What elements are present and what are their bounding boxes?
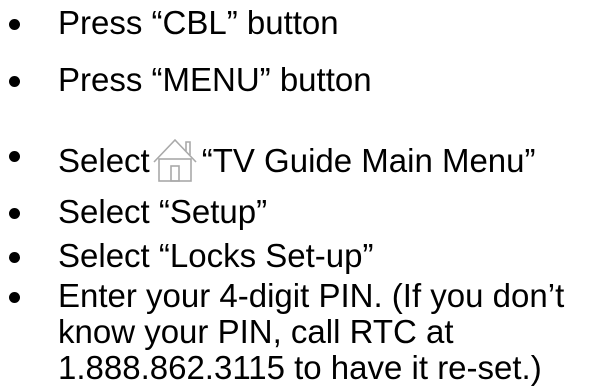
step-text-before: Select — [58, 142, 150, 179]
bullet — [9, 151, 20, 162]
bullet — [9, 252, 20, 263]
instruction-list: Press “CBL” button Press “MENU” button S… — [0, 0, 592, 388]
step-text-line-1: Enter your 4-digit PIN. (If you don’t — [58, 277, 565, 314]
step-text-line-3: 1.888.862.3115 to have it re-set.) — [58, 349, 542, 386]
step-text-after: “TV Guide Main Menu” — [201, 142, 536, 179]
bullet — [9, 76, 20, 87]
step-text-line-2: know your PIN, call RTC at — [58, 313, 454, 350]
bullet — [9, 292, 20, 303]
bullet — [9, 208, 20, 219]
step-text: Press “CBL” button — [58, 4, 339, 41]
bullet — [9, 19, 20, 30]
step-text: Select “Locks Set-up” — [58, 237, 374, 274]
home-icon — [152, 136, 198, 192]
step-text: Select “Setup” — [58, 193, 268, 230]
step-text: Select “TV Guide Main Menu” — [58, 136, 536, 192]
step-text: Press “MENU” button — [58, 61, 372, 98]
